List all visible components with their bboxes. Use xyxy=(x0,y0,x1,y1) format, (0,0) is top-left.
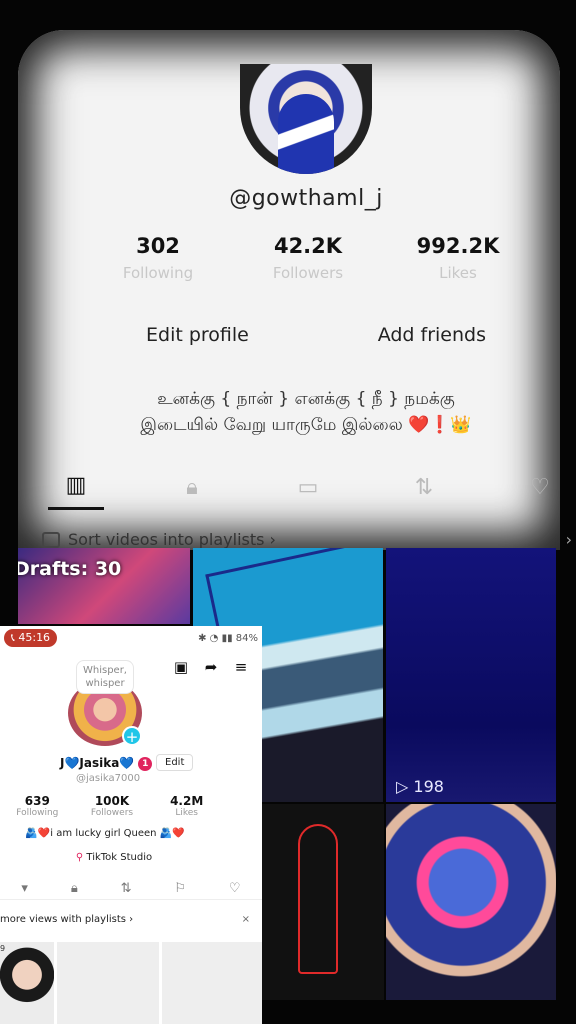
drafts-tile[interactable]: Drafts: 30 xyxy=(18,548,190,624)
playlist-icon xyxy=(42,531,60,548)
videos-grid-icon[interactable]: ▾ xyxy=(21,881,28,896)
bio-line-2: இடையில் வேறு யாருமே இல்லை ❤️❗👑 xyxy=(140,415,472,435)
top-actions: ▣ ➦ ≡ xyxy=(172,658,250,676)
profile-bio: உனக்கு { நான் } எனக்கு { நீ } நமக்கு இடை… xyxy=(78,386,534,438)
phone-tabs: ▾ 🔒︎ ⇅ ⚐ ♡ xyxy=(0,878,262,900)
stat-value: 100K xyxy=(94,794,130,808)
call-time: 45:16 xyxy=(18,631,51,644)
repost-icon[interactable]: ⇅ xyxy=(121,881,132,896)
stat-label: Following xyxy=(16,808,59,818)
lock-icon[interactable]: 🔒︎ xyxy=(71,881,78,896)
lock-icon[interactable]: 🔒︎ xyxy=(164,464,220,510)
display-name-text: J💙Jasika💙 xyxy=(60,756,135,770)
bio-line-1: உனக்கு { நான் } எனக்கு { நீ } நமக்கு xyxy=(157,389,455,409)
video-thumbnail[interactable] xyxy=(162,942,262,1024)
studio-label: TikTok Studio xyxy=(86,852,153,863)
stat-value: 42.2K xyxy=(273,234,343,258)
liked-icon[interactable]: ♡ xyxy=(229,881,241,896)
stat-following[interactable]: 302 Following xyxy=(88,234,228,282)
profile-tabs: ▥ 🔒︎ ▭ ⇅ ♡ xyxy=(48,462,568,512)
liked-icon[interactable]: ♡ xyxy=(512,464,568,510)
bookmark-icon[interactable]: ⚐ xyxy=(174,881,186,896)
profile-note[interactable]: Whisper, whisper xyxy=(76,660,134,694)
phone-stats: 639 Following 100K Followers 4.2M Likes xyxy=(0,794,224,818)
profile-avatar[interactable] xyxy=(240,64,372,174)
stat-label: Followers xyxy=(90,808,134,818)
chevron-right-icon: › xyxy=(565,530,572,549)
playlist-banner[interactable]: more views with playlists › × xyxy=(0,914,262,925)
stat-followers[interactable]: 100K Followers xyxy=(75,794,150,818)
notification-badge: 1 xyxy=(138,756,153,771)
phone-video-grid: 9 xyxy=(0,942,262,1024)
status-bar: 📞︎ 45:16 ✱ ◔ ▮▮ 84% xyxy=(0,626,262,650)
studio-icon: ⚲ xyxy=(75,852,84,863)
status-icons: ✱ ◔ ▮▮ 84% xyxy=(198,632,258,644)
stat-label: Following xyxy=(122,264,194,282)
stat-likes[interactable]: 992.2K Likes xyxy=(388,234,528,282)
stat-value: 992.2K xyxy=(416,234,500,258)
calendar-star-icon[interactable]: ▣ xyxy=(172,658,190,676)
stat-value: 639 xyxy=(24,794,50,808)
playlist-prompt[interactable]: Sort videos into playlists › › xyxy=(42,530,572,549)
playlist-banner-text: more views with playlists › xyxy=(0,914,134,925)
playlist-prompt-text: Sort videos into playlists › xyxy=(68,530,276,549)
add-friends-button[interactable]: Add friends xyxy=(378,324,486,346)
share-icon[interactable]: ➦ xyxy=(202,658,220,676)
stat-label: Followers xyxy=(272,264,344,282)
video-thumbnail[interactable] xyxy=(386,804,556,1000)
close-icon[interactable]: × xyxy=(242,914,250,925)
add-icon[interactable]: + xyxy=(122,726,142,746)
tiktok-studio-link[interactable]: ⚲ TikTok Studio xyxy=(0,852,228,863)
video-thumbnail[interactable]: ▷ 198 xyxy=(386,548,556,802)
video-thumbnail[interactable] xyxy=(57,942,159,1024)
repost-icon[interactable]: ⇅ xyxy=(396,464,452,510)
battery-level: 84% xyxy=(235,632,258,644)
tagged-icon[interactable]: ▭ xyxy=(280,464,336,510)
profile-stats: 302 Following 42.2K Followers 992.2K Lik… xyxy=(88,234,528,282)
stat-following[interactable]: 639 Following xyxy=(0,794,75,818)
videos-grid-icon[interactable]: ▥ xyxy=(48,464,104,510)
stat-likes[interactable]: 4.2M Likes xyxy=(149,794,224,818)
drafts-label: Drafts: 30 xyxy=(18,558,122,580)
stat-followers[interactable]: 42.2K Followers xyxy=(238,234,378,282)
view-count-value: 198 xyxy=(413,777,444,796)
profile-header-card: @gowthaml_j 302 Following 42.2K Follower… xyxy=(18,30,572,550)
video-thumbnail[interactable]: 9 xyxy=(0,942,54,1024)
stat-value: 302 xyxy=(136,234,180,258)
stat-value: 4.2M xyxy=(170,794,204,808)
overlay-phone-screenshot: 📞︎ 45:16 ✱ ◔ ▮▮ 84% ▣ ➦ ≡ Whisper, whisp… xyxy=(0,626,262,1024)
stat-label: Likes xyxy=(439,264,477,282)
bio: 🫂❤️i am lucky girl Queen 🫂❤️ xyxy=(25,828,185,839)
edit-button[interactable]: Edit xyxy=(156,754,194,771)
view-count: ▷ 198 xyxy=(396,777,444,796)
video-thumbnail[interactable] xyxy=(262,804,384,1000)
call-timer[interactable]: 📞︎ 45:16 xyxy=(4,629,58,647)
stat-label: Likes xyxy=(175,808,198,818)
handle: @jasika7000 xyxy=(76,773,141,784)
draft-count: 9 xyxy=(0,944,6,953)
username: @gowthaml_j xyxy=(229,186,383,211)
edit-profile-button[interactable]: Edit profile xyxy=(146,324,249,346)
profile-actions: Edit profile Add friends xyxy=(146,324,486,346)
display-name: J💙Jasika💙 1 xyxy=(60,756,153,771)
menu-icon[interactable]: ≡ xyxy=(232,658,250,676)
